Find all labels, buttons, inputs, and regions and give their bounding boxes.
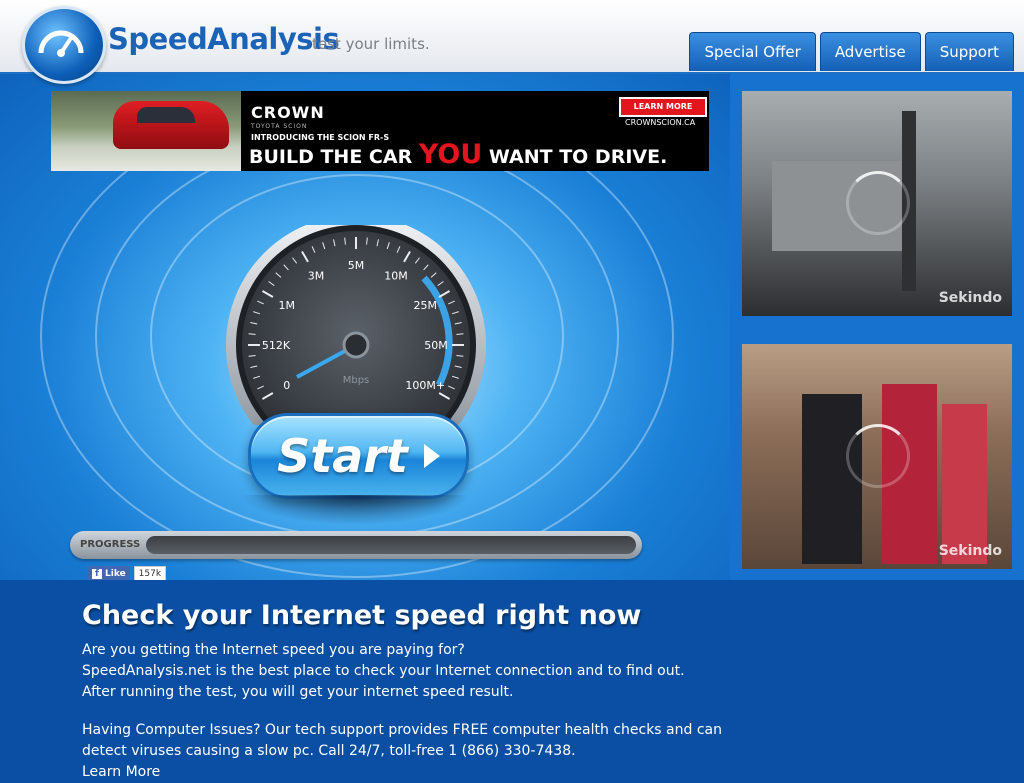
support-paragraph: Having Computer Issues? Our tech support…	[82, 720, 722, 783]
nav-support[interactable]: Support	[924, 32, 1014, 71]
gauge-tick-label: 10M	[384, 270, 408, 283]
button-shadow	[240, 495, 470, 525]
ad-brand-sub: TOYOTA SCION	[251, 123, 308, 130]
ad-url[interactable]: CROWNSCION.CA	[625, 118, 695, 127]
facebook-icon: f	[92, 569, 102, 579]
gauge-hub	[342, 331, 370, 359]
tagline: test your limits.	[312, 35, 430, 53]
content-section: Check your Internet speed right now Are …	[0, 580, 1024, 780]
ad-brand: CROWN	[251, 103, 325, 122]
red-car-image	[113, 101, 229, 149]
main-nav: Special Offer Advertise Support	[689, 32, 1014, 71]
gauge-tick-label: 100M+	[405, 379, 445, 392]
video-watermark: Sekindo	[938, 543, 1002, 559]
loading-spinner-icon	[846, 424, 910, 488]
progress-track	[146, 536, 636, 554]
gauge-tick-label: 50M	[424, 339, 448, 352]
gauge-tick-label: 0	[283, 379, 290, 392]
site-header: SpeedAnalysis test your limits. Special …	[0, 0, 1024, 84]
nav-special-offer[interactable]: Special Offer	[689, 32, 816, 71]
video-ad-2[interactable]: Sekindo	[742, 344, 1012, 569]
gauge-tick-label: 3M	[308, 270, 325, 283]
loading-spinner-icon	[846, 171, 910, 235]
gauge-unit: Mbps	[343, 375, 370, 386]
ad-banner[interactable]: CROWN TOYOTA SCION INTRODUCING THE SCION…	[51, 91, 709, 171]
gauge-tick-label: 5M	[348, 259, 365, 272]
play-arrow-icon[interactable]	[423, 444, 440, 468]
video-thumbnail	[802, 394, 862, 564]
nav-advertise[interactable]: Advertise	[819, 32, 921, 71]
progress-label: PROGRESS	[80, 539, 141, 550]
ad-learn-more-button[interactable]: LEARN MORE	[619, 97, 707, 117]
speedometer-logo-icon[interactable]	[22, 6, 106, 84]
video-ad-1[interactable]: Sekindo	[742, 91, 1012, 316]
content-title: Check your Internet speed right now	[82, 600, 642, 631]
brand-name[interactable]: SpeedAnalysis	[108, 22, 340, 56]
start-button[interactable]: Start	[248, 413, 469, 499]
video-thumbnail	[942, 404, 987, 564]
speedometer-gauge: 0 512K 1M 3M 5M 10M 25M 50M 100M+ Mbps	[226, 225, 486, 425]
video-watermark: Sekindo	[938, 290, 1002, 306]
start-label[interactable]: Start	[277, 429, 408, 483]
gauge-tick-label: 25M	[414, 299, 438, 312]
ad-headline: BUILD THE CAR YOU WANT TO DRIVE.	[249, 139, 668, 170]
progress-bar: PROGRESS	[70, 531, 642, 559]
ad-car-photo	[51, 91, 241, 171]
gauge-tick-label: 1M	[278, 299, 295, 312]
learn-more-link[interactable]: Learn More	[82, 762, 722, 783]
gauge-tick-label: 512K	[262, 339, 291, 352]
intro-paragraph: Are you getting the Internet speed you a…	[82, 642, 685, 700]
